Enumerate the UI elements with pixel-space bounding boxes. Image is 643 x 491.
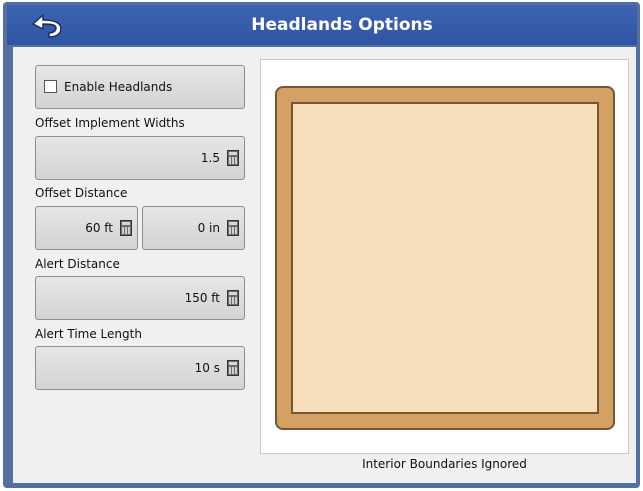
- calculator-icon: [120, 220, 132, 236]
- page-title: Headlands Options: [251, 15, 433, 35]
- alert-time-length-value: 10 s: [194, 361, 220, 375]
- field-boundary: [275, 86, 615, 430]
- calculator-icon: [227, 150, 239, 166]
- calculator-icon: [227, 290, 239, 306]
- offset-distance-inches-value: 0 in: [197, 221, 220, 235]
- title-bar: Headlands Options: [7, 5, 637, 45]
- preview-caption: Interior Boundaries Ignored: [362, 457, 527, 471]
- calculator-icon: [227, 360, 239, 376]
- calculator-icon: [227, 220, 239, 236]
- enable-headlands-label: Enable Headlands: [64, 80, 173, 94]
- headland-interior: [291, 102, 599, 414]
- alert-distance-value: 150 ft: [184, 291, 220, 305]
- alert-distance-label: Alert Distance: [35, 257, 120, 271]
- offset-implement-widths-value: 1.5: [200, 151, 220, 165]
- alert-time-length-label: Alert Time Length: [35, 327, 142, 341]
- offset-distance-label: Offset Distance: [35, 186, 128, 200]
- enable-headlands-toggle[interactable]: Enable Headlands: [35, 65, 245, 109]
- offset-distance-inches-field[interactable]: 0 in: [142, 206, 245, 250]
- headlands-preview: [260, 59, 629, 454]
- offset-distance-feet-field[interactable]: 60 ft: [35, 206, 138, 250]
- enable-headlands-checkbox[interactable]: [44, 80, 57, 93]
- alert-time-length-field[interactable]: 10 s: [35, 346, 245, 390]
- content-panel: Enable Headlands Offset Implement Widths…: [13, 47, 636, 483]
- window-frame: Headlands Options Enable Headlands Offse…: [3, 2, 640, 488]
- offset-distance-feet-value: 60 ft: [85, 221, 113, 235]
- offset-implement-widths-field[interactable]: 1.5: [35, 136, 245, 180]
- alert-distance-field[interactable]: 150 ft: [35, 276, 245, 320]
- offset-implement-widths-label: Offset Implement Widths: [35, 116, 185, 130]
